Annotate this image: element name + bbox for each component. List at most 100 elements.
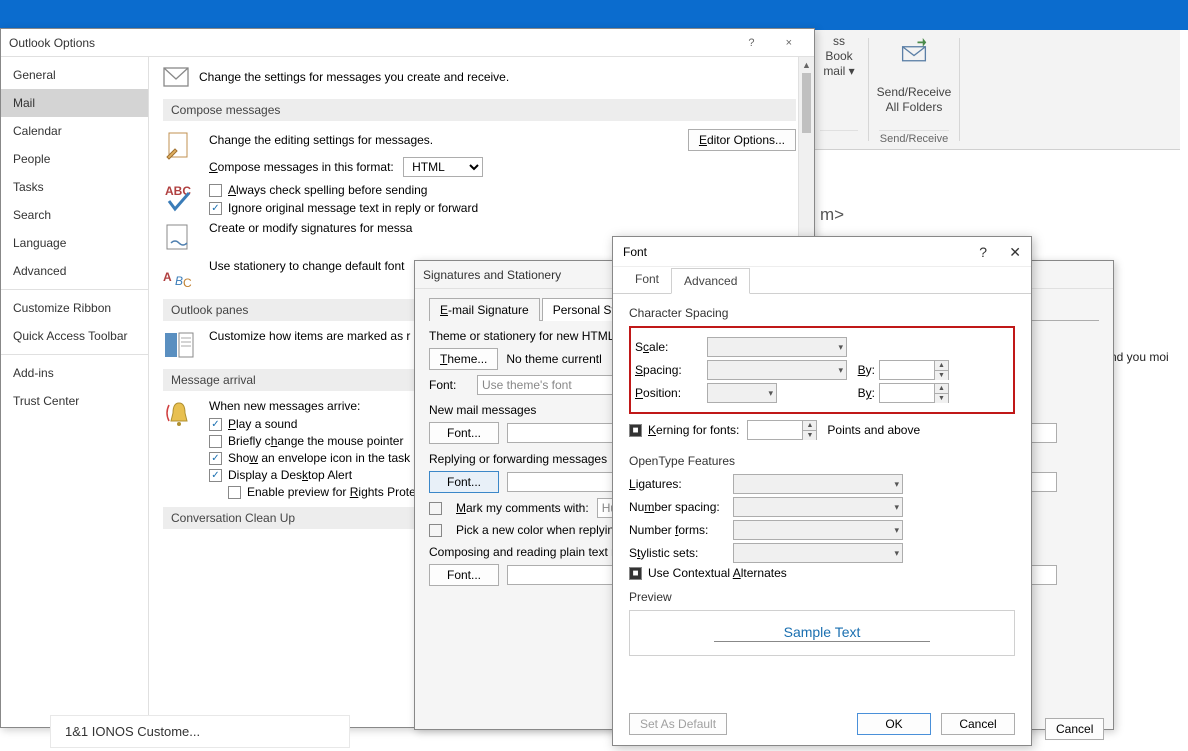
close-icon[interactable]: ✕	[1009, 237, 1021, 267]
spacing-label: Spacing:	[635, 363, 707, 377]
panes-icon	[163, 329, 195, 361]
ok-button[interactable]: OK	[857, 713, 931, 735]
abc-check-icon: ABC	[163, 183, 195, 215]
new-mail-font-button[interactable]: Font...	[429, 422, 499, 444]
svg-text:A: A	[163, 270, 172, 284]
desktop-alert-label: Display a Desktop Alert	[228, 468, 352, 482]
char-spacing-label: Character Spacing	[629, 306, 1015, 320]
theme-button[interactable]: Theme...	[429, 348, 498, 370]
tab-email-signature[interactable]: E-mail Signature	[429, 298, 540, 321]
envelope-icon-checkbox[interactable]: ✓	[209, 452, 222, 465]
panes-label: Customize how items are marked as r	[209, 329, 410, 343]
reply-font-button[interactable]: Font...	[429, 471, 499, 493]
set-default-button: Set As Default	[629, 713, 727, 735]
editor-options-button[interactable]: Editor Options...	[688, 129, 796, 151]
nav-qat[interactable]: Quick Access Toolbar	[1, 322, 148, 350]
nav-language[interactable]: Language	[1, 229, 148, 257]
ligatures-dropdown[interactable]: ▾	[733, 474, 903, 494]
tab-advanced[interactable]: Advanced	[671, 268, 750, 294]
nav-customize-ribbon[interactable]: Customize Ribbon	[1, 294, 148, 322]
send-receive-button[interactable]: Send/ReceiveAll Folders Send/Receive	[869, 30, 959, 149]
change-pointer-checkbox[interactable]	[209, 435, 222, 448]
svg-text:C: C	[183, 276, 192, 290]
kerning-spinner[interactable]: ▲▼	[747, 420, 817, 440]
position-by-spinner[interactable]: ▲▼	[879, 383, 949, 403]
num-spacing-dropdown[interactable]: ▾	[733, 497, 903, 517]
mail-list-item[interactable]: 1&1 IONOS Custome...	[50, 715, 350, 748]
ribbon-partial: ss Bookmail ▾ Send/ReceiveAll Folders Se…	[810, 30, 1180, 150]
points-label: Points and above	[827, 423, 920, 437]
stylistic-label: Stylistic sets:	[629, 546, 733, 560]
rights-preview-checkbox[interactable]	[228, 486, 241, 499]
cancel-button[interactable]: Cancel	[941, 713, 1015, 735]
nav-addins[interactable]: Add-ins	[1, 359, 148, 387]
window-titlebar: Outlook Options ? ×	[1, 29, 814, 57]
truncated-text: nd you moi	[1110, 350, 1169, 364]
window-controls[interactable]: ? ×	[748, 29, 806, 57]
position-dropdown[interactable]: ▾	[707, 383, 777, 403]
bell-icon	[163, 399, 195, 431]
svg-text:B: B	[175, 274, 183, 288]
position-by-label: By:	[851, 386, 875, 400]
tab-font[interactable]: Font	[623, 267, 671, 293]
nav-advanced[interactable]: Advanced	[1, 257, 148, 285]
rights-preview-label: Enable preview for Rights Prote	[247, 485, 416, 499]
ignore-original-label: Ignore original message text in reply or…	[228, 201, 478, 215]
mark-comments-checkbox[interactable]	[429, 502, 442, 515]
scale-label: Scale:	[635, 340, 707, 354]
fonts-icon: ABC	[163, 259, 195, 291]
font-dialog: Font ? ✕ Font Advanced Character Spacing…	[612, 236, 1032, 746]
stylistic-dropdown[interactable]: ▾	[733, 543, 903, 563]
spacing-dropdown[interactable]: ▾	[707, 360, 847, 380]
signature-icon	[163, 221, 195, 253]
nav-people[interactable]: People	[1, 145, 148, 173]
num-forms-dropdown[interactable]: ▾	[733, 520, 903, 540]
font-select[interactable]	[477, 375, 617, 395]
options-nav: General Mail Calendar People Tasks Searc…	[1, 57, 149, 727]
opentype-label: OpenType Features	[629, 454, 1015, 468]
check-spelling-checkbox[interactable]	[209, 184, 222, 197]
help-icon[interactable]: ?	[979, 237, 987, 267]
mark-comments-label: Mark my comments with:	[456, 501, 589, 515]
no-theme-label: No theme currentl	[506, 352, 601, 366]
pick-color-checkbox[interactable]	[429, 524, 442, 537]
pencil-paper-icon	[163, 129, 195, 161]
compose-format-select[interactable]: HTML	[403, 157, 483, 177]
position-label: Position:	[635, 386, 707, 400]
preview-label: Preview	[629, 590, 1015, 604]
compose-format-label: Compose messages in this format:	[209, 160, 394, 174]
spacing-by-spinner[interactable]: ▲▼	[879, 360, 949, 380]
preview-box: Sample Text	[629, 610, 1015, 656]
nav-search[interactable]: Search	[1, 201, 148, 229]
nav-trust-center[interactable]: Trust Center	[1, 387, 148, 415]
stationery-label: Use stationery to change default font	[209, 259, 404, 273]
highlighted-region: Scale: ▾ Spacing: ▾ By: ▲▼ Position: ▾ B…	[629, 326, 1015, 414]
scale-dropdown[interactable]: ▾	[707, 337, 847, 357]
nav-tasks[interactable]: Tasks	[1, 173, 148, 201]
plain-font-button[interactable]: Font...	[429, 564, 499, 586]
contextual-label: Use Contextual Alternates	[648, 566, 787, 580]
compose-edit-label: Change the editing settings for messages…	[209, 133, 433, 147]
envelope-icon-label: Show an envelope icon in the task	[228, 451, 410, 465]
font-titlebar: Font ? ✕	[613, 237, 1031, 267]
num-forms-label: Number forms:	[629, 523, 733, 537]
kerning-label: Kerning for fonts:	[648, 423, 739, 437]
section-compose: Compose messages	[163, 99, 796, 121]
nav-general[interactable]: General	[1, 61, 148, 89]
background-cancel-button[interactable]: Cancel	[1045, 718, 1104, 740]
kerning-checkbox[interactable]: ■	[629, 424, 642, 437]
signatures-label: Create or modify signatures for messa	[209, 221, 412, 235]
partial-address-text: m>	[820, 205, 844, 225]
contextual-checkbox[interactable]: ■	[629, 567, 642, 580]
nav-mail[interactable]: Mail	[1, 89, 148, 117]
ignore-original-checkbox[interactable]: ✓	[209, 202, 222, 215]
send-receive-icon	[900, 38, 928, 66]
play-sound-label: Play a sound	[228, 417, 297, 431]
nav-calendar[interactable]: Calendar	[1, 117, 148, 145]
num-spacing-label: Number spacing:	[629, 500, 733, 514]
envelope-icon	[163, 67, 189, 87]
change-pointer-label: Briefly change the mouse pointer	[228, 434, 403, 448]
desktop-alert-checkbox[interactable]: ✓	[209, 469, 222, 482]
page-header: Change the settings for messages you cre…	[199, 70, 509, 84]
play-sound-checkbox[interactable]: ✓	[209, 418, 222, 431]
